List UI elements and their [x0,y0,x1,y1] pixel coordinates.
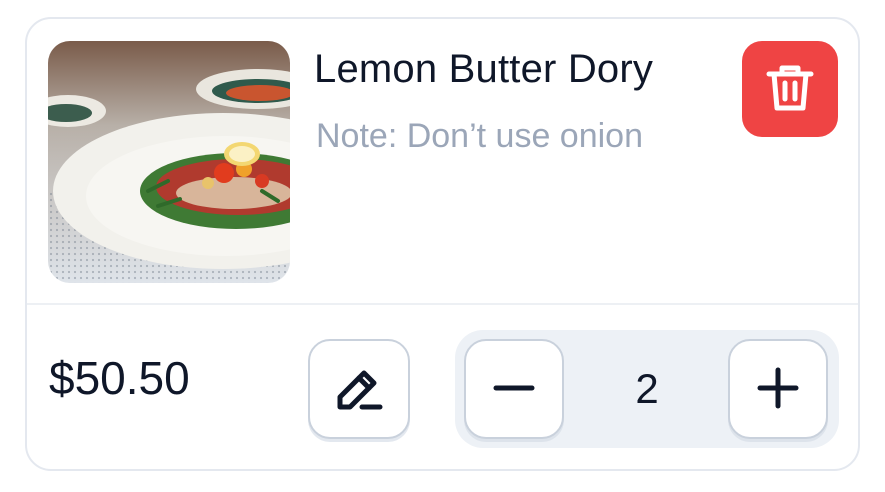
item-price: $50.50 [49,352,190,404]
edit-note-button[interactable] [308,339,410,439]
increase-quantity-button[interactable] [728,339,828,439]
item-image [48,41,290,283]
item-name: Lemon Butter Dory [314,47,654,91]
cart-item-top-section: Lemon Butter Dory Note: Don’t use onion [27,19,858,303]
decrease-quantity-button[interactable] [464,339,564,439]
item-image-graphic [48,41,290,283]
quantity-stepper: 2 [455,330,839,448]
cart-item-bottom-section: $50.50 2 [27,305,858,471]
quantity-value: 2 [635,365,659,412]
trash-icon [765,62,815,117]
plus-icon [756,366,800,413]
pencil-icon [332,363,386,416]
item-note: Note: Don’t use onion [316,117,643,155]
delete-item-button[interactable] [742,41,838,137]
cart-item-card: Lemon Butter Dory Note: Don’t use onion … [25,17,860,471]
minus-icon [492,366,536,413]
